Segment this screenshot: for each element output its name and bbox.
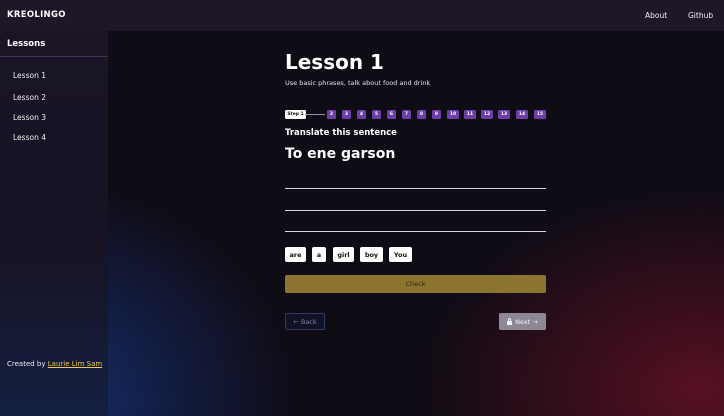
word-tile-a[interactable]: a [312,247,326,262]
sidebar-title: Lessons [7,39,46,49]
step-14[interactable]: 14 [516,110,528,119]
step-6[interactable]: 6 [387,110,396,119]
step-connector [305,114,325,115]
back-button[interactable]: ← Back [285,313,325,330]
sidebar-item-lesson-3[interactable]: Lesson 3 [13,113,46,122]
step-10[interactable]: 10 [447,110,459,119]
sidebar-item-lesson-4[interactable]: Lesson 4 [13,133,46,142]
answer-line[interactable] [285,188,546,189]
step-7[interactable]: 7 [402,110,411,119]
source-sentence: To ene garson [285,146,396,162]
step-11[interactable]: 11 [464,110,476,119]
lesson-title: Lesson 1 [285,50,384,74]
nav-about-link[interactable]: About [645,11,667,20]
sidebar-divider [0,56,108,57]
check-button[interactable]: Check [285,275,546,293]
answer-line[interactable] [285,231,546,232]
step-5[interactable]: 5 [372,110,381,119]
step-13[interactable]: 13 [498,110,510,119]
next-button-label: Next → [515,317,538,326]
nav-github-link[interactable]: Github [688,11,713,20]
step-8[interactable]: 8 [417,110,426,119]
word-tile-boy[interactable]: boy [360,247,383,262]
step-3[interactable]: 3 [342,110,351,119]
brand-logo[interactable]: KREOLINGO [7,10,66,20]
exercise-prompt: Translate this sentence [285,128,397,138]
next-button[interactable]: Next → [499,313,546,330]
word-tile-are[interactable]: are [285,247,306,262]
lessons-sidebar: Lessons Lesson 1 Lesson 2 Lesson 3 Lesso… [0,31,108,416]
step-progress: Step 1 2 3 4 5 6 7 8 9 10 11 12 13 14 15 [285,110,546,119]
step-4[interactable]: 4 [357,110,366,119]
top-navbar: KREOLINGO About Github [0,0,724,31]
answer-line[interactable] [285,210,546,211]
step-2[interactable]: 2 [327,110,336,119]
step-9[interactable]: 9 [432,110,441,119]
lock-icon [507,317,513,325]
word-tile-you[interactable]: You [389,247,412,262]
sidebar-item-lesson-2[interactable]: Lesson 2 [13,93,46,102]
sidebar-item-lesson-1[interactable]: Lesson 1 [13,71,46,80]
lesson-subtitle: Use basic phrases, talk about food and d… [285,79,431,87]
step-12[interactable]: 12 [481,110,493,119]
step-current[interactable]: Step 1 [285,110,306,119]
step-15[interactable]: 15 [534,110,546,119]
footer-credit: Created by Laurie Lim Sam [7,360,102,368]
word-tile-girl[interactable]: girl [333,247,354,262]
footer-prefix: Created by [7,360,48,368]
author-link[interactable]: Laurie Lim Sam [48,360,102,368]
